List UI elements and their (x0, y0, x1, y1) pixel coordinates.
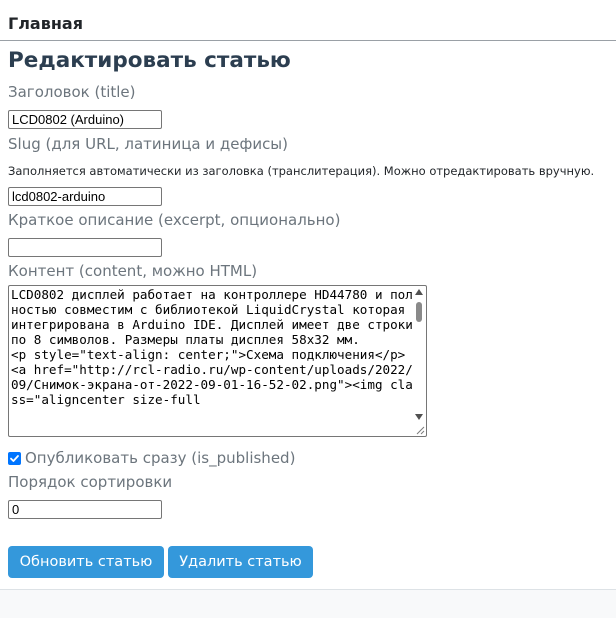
page-title: Редактировать статью (8, 48, 291, 73)
title-label: Заголовок (title) (8, 83, 136, 101)
update-article-button[interactable]: Обновить статью (8, 546, 164, 578)
nav-home-link[interactable]: Главная (8, 14, 83, 33)
publish-label: Опубликовать сразу (is_published) (25, 449, 296, 467)
content-scrollbar[interactable] (413, 287, 425, 422)
page-footer (0, 590, 616, 618)
excerpt-label: Краткое описание (excerpt, опционально) (8, 211, 341, 229)
checkmark-icon (10, 455, 19, 462)
excerpt-input[interactable] (8, 238, 162, 257)
scrollbar-thumb[interactable] (416, 302, 422, 322)
nav-divider (0, 40, 616, 41)
sort-input[interactable] (8, 500, 162, 519)
sort-label: Порядок сортировки (8, 473, 173, 491)
slug-help-text: Заполняется автоматически из заголовка (… (8, 164, 595, 178)
title-input[interactable] (8, 110, 162, 129)
resize-grip-icon[interactable] (415, 425, 425, 435)
content-label: Контент (content, можно HTML) (8, 262, 258, 280)
content-text[interactable]: LCD0802 дисплей работает на контроллере … (11, 287, 415, 407)
slug-input[interactable] (8, 187, 162, 206)
content-textarea[interactable]: LCD0802 дисплей работает на контроллере … (8, 285, 427, 437)
scroll-down-arrow-icon[interactable] (415, 414, 423, 420)
publish-checkbox[interactable] (8, 452, 21, 465)
scroll-up-arrow-icon[interactable] (415, 289, 423, 295)
delete-article-button[interactable]: Удалить статью (168, 546, 313, 578)
slug-label: Slug (для URL, латиница и дефисы) (8, 135, 289, 153)
publish-checkbox-row[interactable]: Опубликовать сразу (is_published) (8, 449, 295, 467)
